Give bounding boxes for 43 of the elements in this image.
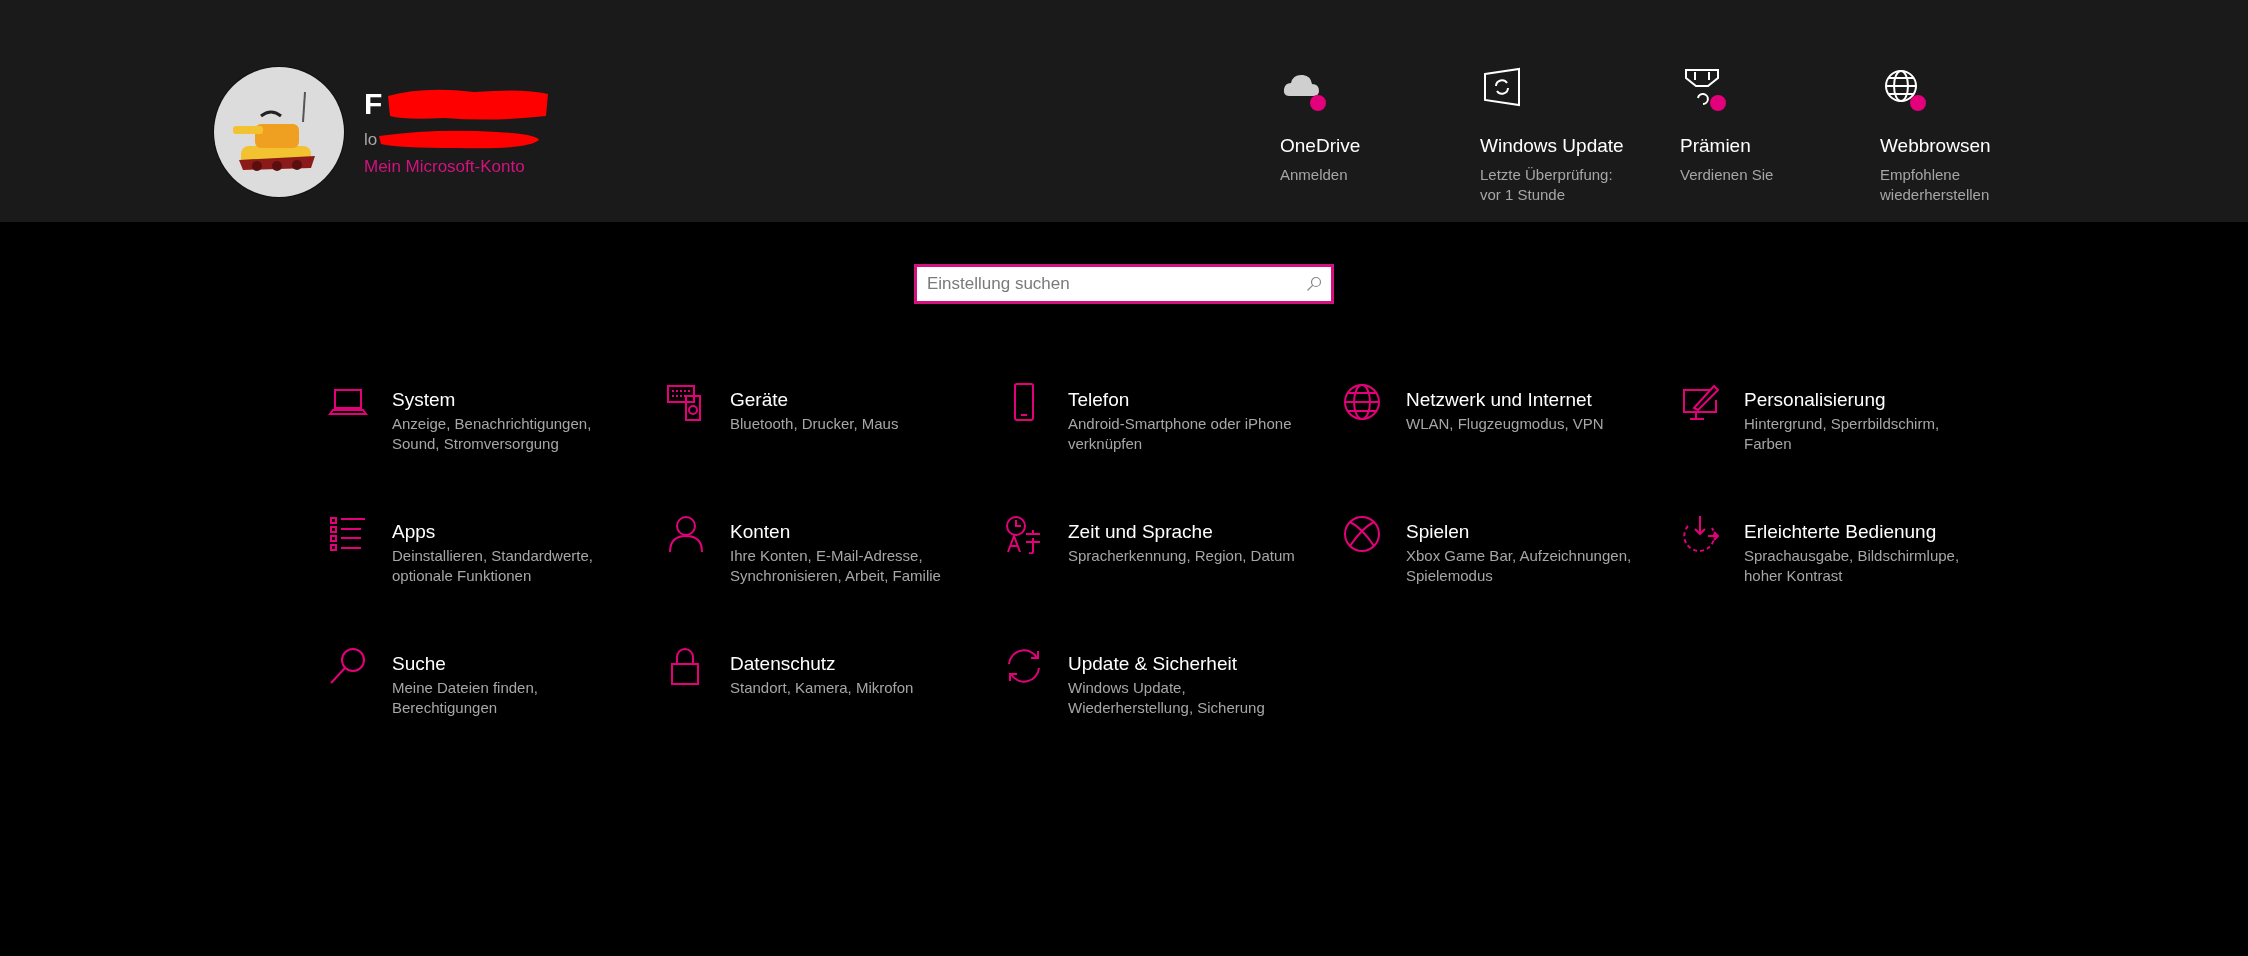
category-description: Hintergrund, Sperrbildschirm, Farben [1744, 414, 1941, 454]
category-title[interactable]: System [392, 388, 632, 412]
category-description: Ihre Konten, E-Mail-Adresse, Synchronisieren, Arbeit, Familie [730, 546, 942, 586]
category-title[interactable]: Telefon [1068, 388, 1308, 412]
quick-link-subtitle: Empfohlene wiederherstellen [1880, 164, 1991, 205]
quick-link-title[interactable]: Prämien [1680, 132, 1880, 161]
search-icon[interactable] [1306, 276, 1322, 292]
category-title[interactable]: Erleichterte Bedienung [1744, 520, 1984, 544]
search-field[interactable]: Einstellung suchen [914, 264, 1334, 304]
quick-link-title[interactable]: OneDrive [1280, 132, 1480, 161]
category-description: Anzeige, Benachrichtigungen, Sound, Stromversorgung [392, 414, 593, 454]
category-description: Meine Dateien finden, Berechtigungen [392, 678, 539, 718]
category-title[interactable]: Spielen [1406, 520, 1646, 544]
category-title[interactable]: Konten [730, 520, 970, 544]
category-description: Deinstallieren, Standardwerte, optionale Funktionen [392, 546, 594, 586]
magnifier-icon[interactable] [328, 646, 368, 686]
category-description: Bluetooth, Drucker, Maus [730, 414, 900, 434]
quick-link-subtitle: Anmelden [1280, 164, 1349, 185]
category-description: Windows Update, Wiederherstellung, Sicherung [1068, 678, 1266, 718]
quick-link-subtitle: Verdienen Sie [1680, 164, 1775, 185]
category-title[interactable]: Apps [392, 520, 632, 544]
category-title[interactable]: Geräte [730, 388, 970, 412]
category-description: Xbox Game Bar, Aufzeichnungen, Spielemodus [1406, 546, 1633, 586]
category-title[interactable]: Zeit und Sprache [1068, 520, 1308, 544]
dashed-timer-icon[interactable] [1680, 514, 1720, 554]
category-description: Standort, Kamera, Mikrofon [730, 678, 915, 698]
list-icon[interactable] [328, 514, 368, 554]
category-title[interactable]: Personalisierung [1744, 388, 1984, 412]
person-icon[interactable] [666, 514, 706, 554]
category-description: Spracherkennung, Region, Datum [1068, 546, 1296, 566]
account-name: F [364, 89, 383, 120]
quick-link-title[interactable]: Windows Update [1480, 132, 1680, 161]
category-title[interactable]: Datenschutz [730, 652, 970, 676]
quick-link-title[interactable]: Webbrowsen [1880, 132, 2080, 161]
category-description: Sprachausgabe, Bildschirmlupe, hoher Kontrast [1744, 546, 1961, 586]
quick-link-subtitle: Letzte Überprüfung: vor 1 Stunde [1480, 164, 1614, 205]
category-description: Android-Smartphone oder iPhone verknüpfen [1068, 414, 1293, 454]
category-title[interactable]: Update & Sicherheit [1068, 652, 1308, 676]
monitor-brush-icon[interactable] [1680, 382, 1720, 422]
account-email: lo [364, 128, 378, 151]
category-description: WLAN, Flugzeugmodus, VPN [1406, 414, 1605, 434]
category-title[interactable]: Netzwerk und Internet [1406, 388, 1646, 412]
category-title[interactable]: Suche [392, 652, 632, 676]
